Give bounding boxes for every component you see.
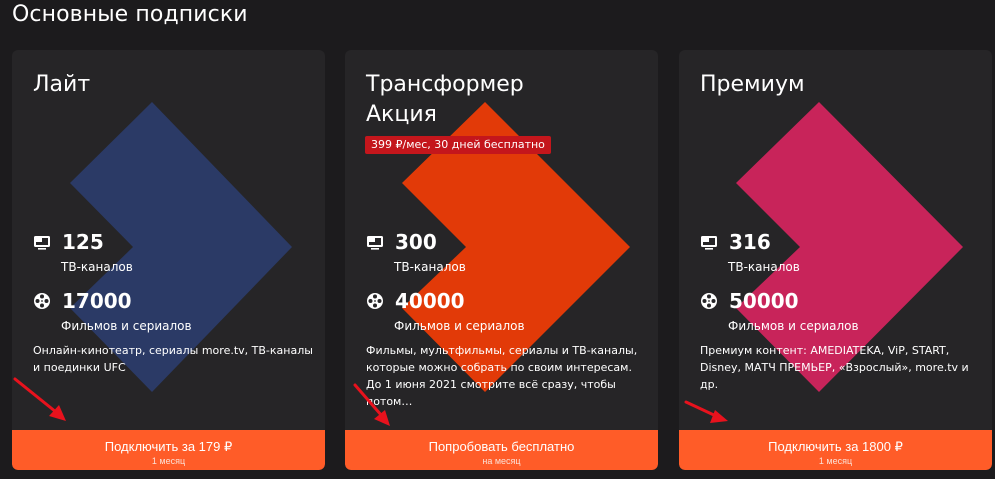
tv-count: 300 [395,230,437,254]
tv-count: 125 [62,230,104,254]
chevron-decoration [70,102,292,392]
cta-subtext: 1 месяц [818,455,853,466]
tv-label: ТВ-каналов [61,260,133,274]
films-stat: 17000 [33,287,132,315]
films-count: 50000 [729,289,799,313]
plan-title: Премиум [700,72,805,97]
films-count: 17000 [62,289,132,313]
plan-card-lite[interactable]: Лайт 125 ТВ-каналов 17000 Фильмов и сери… [12,50,325,470]
plan-description: Онлайн-кинотеатр, сериалы more.tv, ТВ-ка… [33,344,313,374]
subscribe-button-lite[interactable]: Подключить за 179 ₽ 1 месяц [12,430,325,470]
tv-stat: 125 [33,228,104,256]
subscribe-button-premium[interactable]: Подключить за 1800 ₽ 1 месяц [679,430,992,470]
plan-card-transformer[interactable]: Трансформер Акция 399 ₽/мес, 30 дней бес… [345,50,658,470]
films-label: Фильмов и сериалов [394,319,525,333]
film-reel-icon [367,293,383,309]
cta-subtext: на месяц [482,455,521,466]
tv-icon [701,236,717,250]
films-count: 40000 [395,289,465,313]
promo-badge: 399 ₽/мес, 30 дней бесплатно [365,136,551,154]
tv-stat: 300 [366,228,437,256]
plan-description: Фильмы, мультфильмы, сериалы и ТВ-каналы… [366,344,638,408]
films-stat: 40000 [366,287,465,315]
tv-count: 316 [729,230,771,254]
films-label: Фильмов и сериалов [728,319,859,333]
tv-icon [34,236,50,250]
cta-label: Попробовать бесплатно [428,438,575,454]
film-reel-icon [701,293,717,309]
films-label: Фильмов и сериалов [61,319,192,333]
chevron-decoration [736,102,963,392]
tv-stat: 316 [700,228,771,256]
cta-label: Подключить за 179 ₽ [104,438,233,454]
films-stat: 50000 [700,287,799,315]
film-reel-icon [34,293,50,309]
plan-description: Премиум контент: AMEDIATEKA, ViP, START,… [700,344,969,391]
plan-title: Лайт [33,72,91,97]
plan-title: Трансформер Акция [366,72,524,127]
cta-subtext: 1 месяц [151,455,186,466]
cta-label: Подключить за 1800 ₽ [768,438,903,454]
tv-label: ТВ-каналов [394,260,466,274]
tv-label: ТВ-каналов [728,260,800,274]
try-free-button-transformer[interactable]: Попробовать бесплатно на месяц [345,430,658,470]
tv-icon [367,236,383,250]
page-title: Основные подписки [12,2,248,27]
plan-card-premium[interactable]: Премиум 316 ТВ-каналов 50000 Фильмов и с… [679,50,992,470]
